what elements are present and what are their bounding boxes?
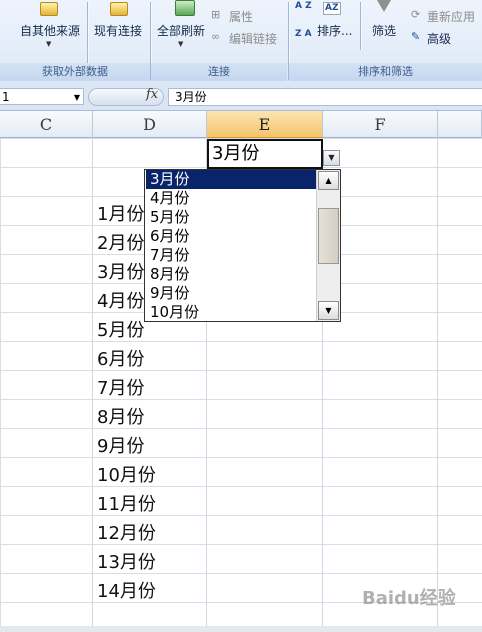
refresh-icon [175, 0, 195, 16]
group-sort-filter: A Z Z A AZ 排序... 筛选 ⟳ 重新应用 ✎ 高级 排序和筛选 [289, 0, 482, 84]
column-header-f[interactable]: F [323, 111, 438, 138]
advanced-button[interactable]: 高级 [427, 30, 451, 47]
list-option[interactable]: 10月份 [146, 303, 317, 321]
sort-descending-icon[interactable]: Z A [295, 30, 312, 39]
list-option[interactable]: 6月份 [146, 227, 317, 246]
group-title: 排序和筛选 [289, 63, 482, 81]
sort-icon: AZ [323, 2, 341, 15]
insert-function-icon[interactable]: fx [146, 87, 158, 102]
ribbon: 自其他来源 ▼ 现有连接 获取外部数据 全部刷新 ▼ ⊞ 属性 ∞ 编辑链接 连… [0, 0, 482, 84]
list-option[interactable]: 4月份 [146, 189, 317, 208]
sort-button[interactable]: 排序... [317, 22, 352, 39]
list-option[interactable]: 5月份 [146, 208, 317, 227]
cell-d[interactable]: 9月份 [97, 432, 144, 461]
group-title: 连接 [151, 63, 287, 81]
chevron-down-icon[interactable]: ▼ [74, 89, 80, 106]
scroll-down-icon[interactable]: ▼ [318, 301, 339, 320]
reapply-icon: ⟳ [411, 8, 421, 21]
cell-d[interactable]: 7月份 [97, 374, 144, 403]
cell-d[interactable]: 5月份 [97, 316, 144, 345]
filter-icon [377, 0, 391, 12]
existing-connections-button[interactable]: 现有连接 [94, 22, 142, 39]
cell-d[interactable]: 12月份 [97, 519, 156, 548]
cell-d[interactable]: 3月份 [97, 258, 144, 287]
list-option[interactable]: 7月份 [146, 246, 317, 265]
cell-d[interactable]: 1月份 [97, 200, 144, 229]
chevron-down-icon: ▼ [178, 40, 184, 48]
column-header-c[interactable]: C [0, 111, 93, 138]
column-header-e[interactable]: E [207, 111, 323, 138]
refresh-all-button[interactable]: 全部刷新 [157, 22, 205, 39]
validation-list[interactable]: 3月份 4月份 5月份 6月份 7月份 8月份 9月份 10月份 ▲ ▼ [144, 169, 341, 322]
chevron-down-icon: ▼ [46, 40, 52, 48]
cell-d[interactable]: 2月份 [97, 229, 144, 258]
validation-dropdown-button[interactable]: ▼ [323, 150, 340, 166]
filter-button[interactable]: 筛选 [372, 22, 396, 39]
group-title: 获取外部数据 [0, 63, 150, 81]
properties-button[interactable]: 属性 [229, 8, 253, 25]
list-option[interactable]: 3月份 [146, 170, 317, 189]
link-icon: ∞ [211, 30, 221, 43]
name-box-value: 1 [2, 90, 10, 104]
group-connections: 全部刷新 ▼ ⊞ 属性 ∞ 编辑链接 连接 [151, 0, 287, 84]
advanced-filter-icon: ✎ [411, 30, 421, 43]
cell-d[interactable]: 14月份 [97, 577, 156, 606]
list-option[interactable]: 8月份 [146, 265, 317, 284]
cell-d[interactable]: 13月份 [97, 548, 156, 577]
sort-ascending-icon[interactable]: A Z [295, 2, 312, 11]
formula-bar: 1 ▼ fx 3月份 [0, 84, 482, 111]
watermark: Baidu经验 [362, 588, 456, 609]
cell-d[interactable]: 6月份 [97, 345, 144, 374]
name-box[interactable]: 1 ▼ [0, 88, 84, 105]
properties-icon: ⊞ [211, 8, 221, 21]
formula-input[interactable]: 3月份 [168, 88, 482, 106]
cell-d[interactable]: 4月份 [97, 287, 144, 316]
scroll-thumb[interactable] [318, 208, 339, 264]
group-external-data: 自其他来源 ▼ 现有连接 获取外部数据 [0, 0, 150, 84]
active-cell-e[interactable]: 3月份 [207, 139, 323, 169]
cell-d[interactable]: 8月份 [97, 403, 144, 432]
database-icon [40, 2, 58, 16]
list-scrollbar[interactable]: ▲ ▼ [316, 170, 340, 321]
column-header-g[interactable] [438, 111, 482, 138]
scroll-up-icon[interactable]: ▲ [318, 171, 339, 190]
list-option[interactable]: 9月份 [146, 284, 317, 303]
cell-d[interactable]: 11月份 [97, 490, 156, 519]
horizontal-scrollbar[interactable] [0, 626, 482, 632]
from-other-sources-button[interactable]: 自其他来源 [20, 22, 80, 39]
column-header-d[interactable]: D [93, 111, 207, 138]
edit-links-button[interactable]: 编辑链接 [229, 30, 277, 47]
reapply-button[interactable]: 重新应用 [427, 8, 475, 25]
database-icon [110, 2, 128, 16]
cell-d[interactable]: 10月份 [97, 461, 156, 490]
